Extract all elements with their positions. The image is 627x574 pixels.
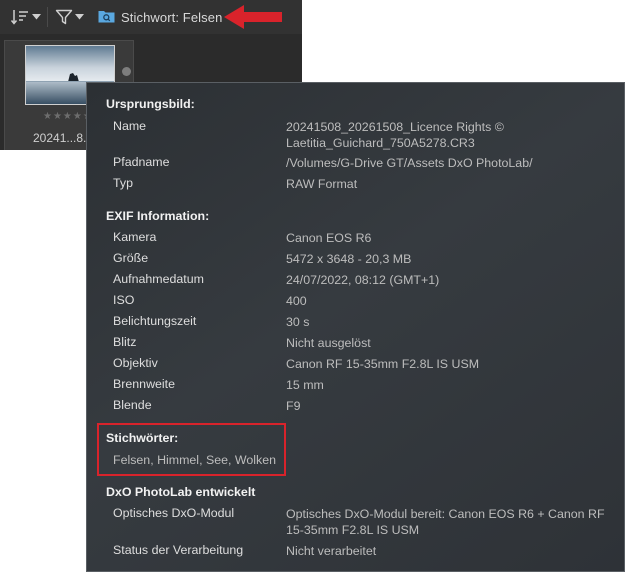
exif-label: Belichtungszeit	[113, 314, 197, 328]
exif-label: Größe	[113, 251, 149, 265]
processing-status-label: Status der Verarbeitung	[113, 543, 244, 557]
exif-value: 15 mm	[286, 378, 324, 392]
keyword-filter-label: Stichwort: Felsen	[121, 9, 223, 25]
exif-label: Aufnahmedatum	[113, 272, 204, 286]
annotation-arrow-icon	[224, 4, 284, 30]
name-value-line: 20241508_20261508_Licence Rights ©	[286, 120, 504, 134]
path-value: /Volumes/G-Drive GT/Assets DxO PhotoLab/	[286, 156, 533, 170]
sort-button[interactable]	[10, 6, 41, 28]
folder-search-icon	[98, 9, 115, 26]
type-label: Typ	[113, 176, 133, 190]
origin-section-title: Ursprungsbild:	[106, 97, 195, 111]
toolbar-divider	[47, 7, 48, 27]
exif-label: Brennweite	[113, 377, 175, 391]
exif-value: Canon RF 15-35mm F2.8L IS USM	[286, 357, 480, 371]
optic-module-value-line: 15-35mm F2.8L IS USM	[286, 523, 420, 537]
keywords-value: Felsen, Himmel, See, Wolken	[113, 453, 276, 467]
exif-value: 400	[286, 294, 307, 308]
exif-section-title: EXIF Information:	[106, 209, 210, 223]
optic-module-label: Optisches DxO-Modul	[113, 506, 235, 520]
filter-button[interactable]	[55, 6, 84, 28]
exif-value: Nicht ausgelöst	[286, 336, 371, 350]
optic-module-value-line: Optisches DxO-Modul bereit: Canon EOS R6…	[286, 507, 605, 521]
exif-value: F9	[286, 399, 301, 413]
keywords-section-title: Stichwörter:	[106, 431, 179, 445]
exif-label: Blitz	[113, 335, 137, 349]
image-info-tooltip: Ursprungsbild: Name 20241508_20261508_Li…	[86, 82, 625, 572]
path-label: Pfadname	[113, 155, 170, 169]
name-value-line: Laetitia_Guichard_750A5278.CR3	[286, 136, 475, 150]
exif-value: 5472 x 3648 - 20,3 MB	[286, 252, 412, 266]
exif-value: Canon EOS R6	[286, 231, 372, 245]
name-value: 20241508_20261508_Licence Rights © Laeti…	[286, 119, 504, 151]
exif-label: Blende	[113, 398, 152, 412]
sort-descending-icon	[10, 8, 30, 26]
keyword-filter-chip[interactable]: Stichwort: Felsen	[98, 8, 222, 26]
exif-label: ISO	[113, 293, 135, 307]
dxo-section-title: DxO PhotoLab entwickelt	[106, 485, 256, 499]
exif-value: 30 s	[286, 315, 310, 329]
optic-module-value: Optisches DxO-Modul bereit: Canon EOS R6…	[286, 506, 605, 538]
exif-label: Objektiv	[113, 356, 158, 370]
name-label: Name	[113, 119, 147, 133]
processing-status-value: Nicht verarbeitet	[286, 544, 377, 558]
status-dot	[122, 67, 131, 76]
chevron-down-icon	[75, 14, 84, 20]
chevron-down-icon	[32, 14, 41, 20]
funnel-icon	[55, 8, 73, 26]
exif-value: 24/07/2022, 08:12 (GMT+1)	[286, 273, 440, 287]
exif-label: Kamera	[113, 230, 157, 244]
type-value: RAW Format	[286, 177, 358, 191]
